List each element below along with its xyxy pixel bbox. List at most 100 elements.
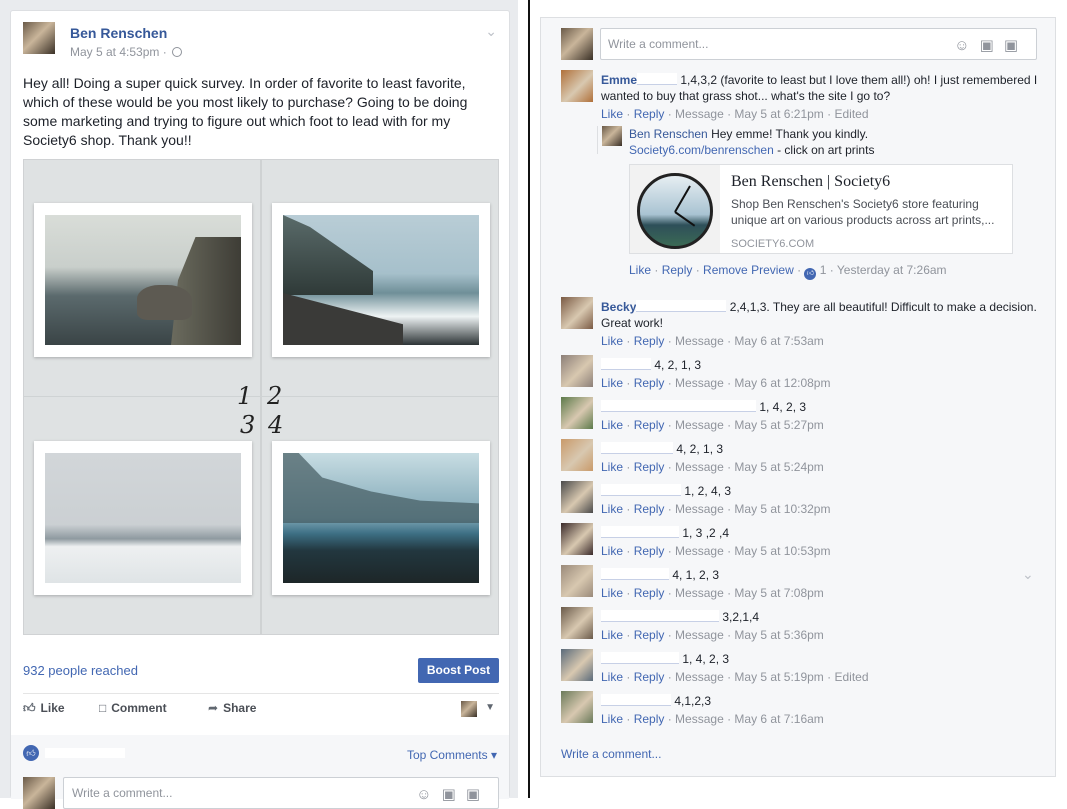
commenter-avatar[interactable] xyxy=(561,481,593,513)
redacted-name[interactable] xyxy=(601,652,679,664)
redacted-name[interactable] xyxy=(601,484,681,496)
reply-link[interactable]: Reply xyxy=(634,418,665,432)
like-reaction-icon[interactable]: 👍︎ xyxy=(23,745,39,761)
share-button[interactable]: ➦ Share xyxy=(208,701,256,715)
reply-link[interactable]: Reply xyxy=(634,628,665,642)
sticker-icon[interactable]: ▣ xyxy=(1004,37,1028,54)
reply-link[interactable]: Reply xyxy=(634,107,665,121)
write-comment-field[interactable]: ☺▣▣ xyxy=(600,28,1037,60)
write-comment-field[interactable]: ☺▣▣ xyxy=(63,777,499,809)
chevron-down-icon[interactable]: ⌄ xyxy=(485,23,497,40)
comment-button[interactable]: □ Comment xyxy=(99,701,167,715)
commenter-avatar[interactable] xyxy=(561,70,593,102)
redacted-name[interactable] xyxy=(601,400,756,412)
boost-post-button[interactable]: Boost Post xyxy=(418,658,499,683)
like-link[interactable]: Like xyxy=(601,670,623,684)
message-link[interactable]: Message xyxy=(675,712,724,726)
message-link[interactable]: Message xyxy=(675,544,724,558)
message-link[interactable]: Message xyxy=(675,418,724,432)
comment-time[interactable]: May 5 at 6:21pm xyxy=(734,107,823,121)
reply-link[interactable]: Reply xyxy=(634,334,665,348)
emoji-icon[interactable]: ☺ xyxy=(954,37,979,54)
caret-down-icon[interactable]: ▼ xyxy=(485,702,495,713)
message-link[interactable]: Message xyxy=(675,460,724,474)
redacted-name[interactable] xyxy=(601,610,719,622)
edited-label[interactable]: Edited xyxy=(834,670,868,684)
comment-time[interactable]: May 6 at 12:08pm xyxy=(734,376,830,390)
commenter-avatar[interactable] xyxy=(561,439,593,471)
commenter-name[interactable]: Emme xyxy=(601,73,678,87)
comment-input[interactable] xyxy=(601,29,921,59)
edited-label[interactable]: Edited xyxy=(834,107,868,121)
camera-icon[interactable]: ▣ xyxy=(442,786,466,803)
reply-link[interactable]: Reply xyxy=(634,670,665,684)
reply-link[interactable]: Reply xyxy=(634,544,665,558)
reply-link[interactable]: Reply xyxy=(662,263,693,277)
message-link[interactable]: Message xyxy=(675,586,724,600)
like-link[interactable]: Like xyxy=(601,107,623,121)
commenter-avatar[interactable] xyxy=(561,649,593,681)
commenter-avatar[interactable] xyxy=(561,355,593,387)
message-link[interactable]: Message xyxy=(675,628,724,642)
redacted-name[interactable] xyxy=(601,526,679,538)
commenter-avatar[interactable] xyxy=(561,691,593,723)
post-timestamp[interactable]: May 5 at 4:53pm · xyxy=(70,45,183,59)
like-link[interactable]: Like xyxy=(601,544,623,558)
comment-time[interactable]: May 5 at 5:19pm xyxy=(734,670,823,684)
reply-time[interactable]: Yesterday at 7:26am xyxy=(837,263,947,277)
author-avatar[interactable] xyxy=(23,22,55,54)
society6-link[interactable]: Society6.com/benrenschen xyxy=(629,143,774,157)
emoji-icon[interactable]: ☺ xyxy=(416,786,441,803)
message-link[interactable]: Message xyxy=(675,502,724,516)
like-link[interactable]: Like xyxy=(601,376,623,390)
post-as-avatar[interactable] xyxy=(461,701,477,717)
comment-time[interactable]: May 6 at 7:16am xyxy=(734,712,823,726)
post-author[interactable]: Ben Renschen xyxy=(70,25,167,41)
commenter-name[interactable]: Becky xyxy=(601,300,727,314)
reply-link[interactable]: Reply xyxy=(634,502,665,516)
reply-link[interactable]: Reply xyxy=(634,376,665,390)
reply-link[interactable]: Reply xyxy=(634,712,665,726)
remove-preview-link[interactable]: Remove Preview xyxy=(703,263,794,277)
like-link[interactable]: Like xyxy=(601,334,623,348)
message-link[interactable]: Message xyxy=(675,107,724,121)
comment-time[interactable]: May 5 at 5:27pm xyxy=(734,418,823,432)
comment-time[interactable]: May 5 at 5:36pm xyxy=(734,628,823,642)
commenter-avatar[interactable] xyxy=(561,297,593,329)
comment-time[interactable]: May 5 at 10:53pm xyxy=(734,544,830,558)
comment-time[interactable]: May 5 at 7:08pm xyxy=(734,586,823,600)
like-link[interactable]: Like xyxy=(629,263,651,277)
reply-avatar[interactable] xyxy=(602,126,622,146)
commenter-avatar[interactable] xyxy=(561,523,593,555)
like-link[interactable]: Like xyxy=(601,460,623,474)
like-link[interactable]: Like xyxy=(601,586,623,600)
post-time-text[interactable]: May 5 at 4:53pm · xyxy=(70,45,170,59)
like-link[interactable]: Like xyxy=(601,418,623,432)
sticker-icon[interactable]: ▣ xyxy=(466,786,490,803)
reply-author[interactable]: Ben Renschen xyxy=(629,127,708,141)
chevron-down-icon[interactable]: ⌄ xyxy=(1022,566,1034,583)
commenter-avatar[interactable] xyxy=(561,607,593,639)
post-image[interactable]: 1 2 3 4 xyxy=(23,159,499,635)
commenter-avatar[interactable] xyxy=(561,565,593,597)
reply-link[interactable]: Reply xyxy=(634,460,665,474)
message-link[interactable]: Message xyxy=(675,376,724,390)
message-link[interactable]: Message xyxy=(675,334,724,348)
redacted-name[interactable] xyxy=(601,358,651,370)
like-button[interactable]: 👍︎ Like xyxy=(23,701,65,716)
comment-input[interactable] xyxy=(64,778,384,808)
like-link[interactable]: Like xyxy=(601,628,623,642)
like-count-icon[interactable]: 👍︎ xyxy=(804,268,817,280)
like-link[interactable]: Like xyxy=(601,712,623,726)
reply-link[interactable]: Reply xyxy=(634,586,665,600)
redacted-name[interactable] xyxy=(601,442,673,454)
comment-time[interactable]: May 5 at 5:24pm xyxy=(734,460,823,474)
camera-icon[interactable]: ▣ xyxy=(980,37,1004,54)
people-reached[interactable]: 932 people reached xyxy=(23,663,138,678)
commenter-avatar[interactable] xyxy=(561,397,593,429)
redacted-name[interactable] xyxy=(601,694,671,706)
comment-time[interactable]: May 6 at 7:53am xyxy=(734,334,823,348)
like-count[interactable]: 1 xyxy=(820,263,827,277)
top-comments-dropdown[interactable]: Top Comments ▾ xyxy=(407,748,497,762)
redacted-name[interactable] xyxy=(601,568,669,580)
